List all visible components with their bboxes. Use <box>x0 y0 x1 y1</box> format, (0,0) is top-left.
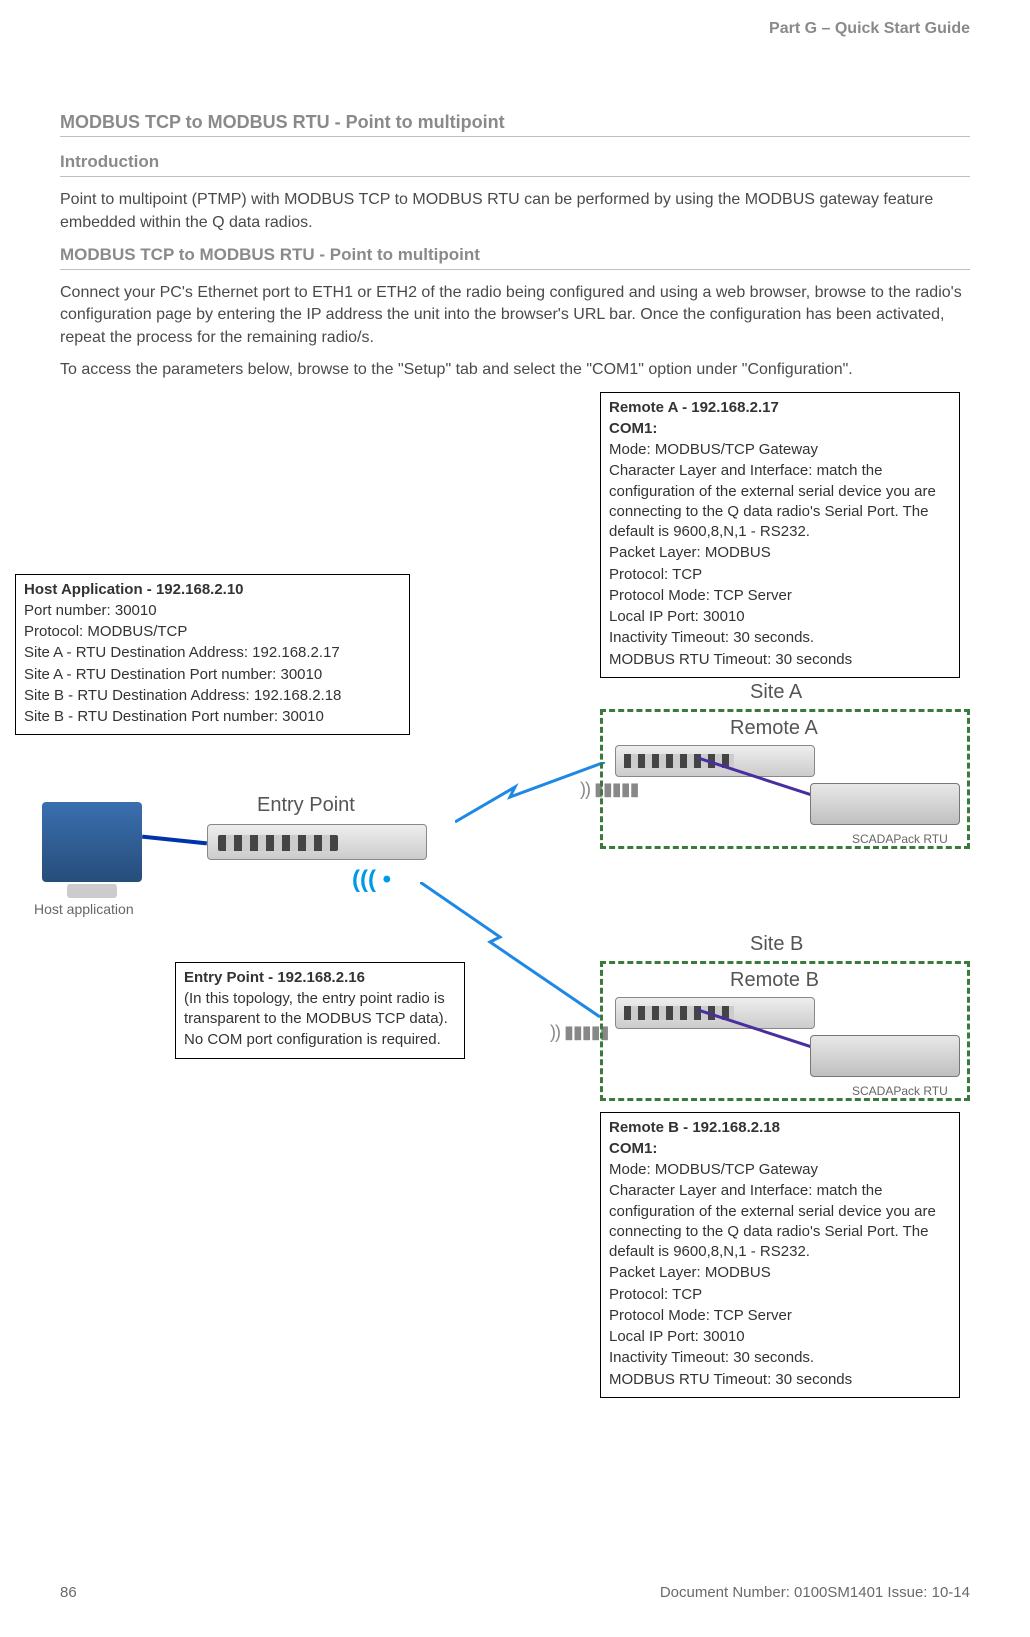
remote-a-title: Remote A - 192.168.2.17 <box>609 398 951 418</box>
wireless-icon: ((( • <box>352 864 391 896</box>
remote-b-line: MODBUS RTU Timeout: 30 seconds <box>609 1370 951 1390</box>
remote-b-line: Protocol Mode: TCP Server <box>609 1306 951 1326</box>
remote-a-line: MODBUS RTU Timeout: 30 seconds <box>609 650 951 670</box>
rtu-b-label: SCADAPack RTU <box>852 1083 948 1099</box>
remote-a-line: Character Layer and Interface: match the… <box>609 461 951 542</box>
entry-line: (In this topology, the entry point radio… <box>184 989 456 1030</box>
remote-b-com: COM1: <box>609 1139 951 1159</box>
topology-diagram: Remote A - 192.168.2.17 COM1: Mode: MODB… <box>60 392 970 1412</box>
page-header-part: Part G – Quick Start Guide <box>769 18 970 40</box>
remote-a-line: Packet Layer: MODBUS <box>609 543 951 563</box>
remote-b-title: Remote B - 192.168.2.18 <box>609 1118 951 1138</box>
remote-b-line: Mode: MODBUS/TCP Gateway <box>609 1160 951 1180</box>
paragraph-intro: Point to multipoint (PTMP) with MODBUS T… <box>60 189 970 234</box>
host-app-label: Host application <box>34 900 134 919</box>
paragraph-access: To access the parameters below, browse t… <box>60 359 970 381</box>
host-title: Host Application - 192.168.2.10 <box>24 580 401 600</box>
remote-a-radio-icon <box>615 745 815 777</box>
rtu-b-icon <box>810 1035 960 1077</box>
site-a-title: Site A <box>750 679 802 706</box>
paragraph-connect: Connect your PC's Ethernet port to ETH1 … <box>60 282 970 349</box>
config-box-entry: Entry Point - 192.168.2.16 (In this topo… <box>175 962 465 1059</box>
remote-a-line: Local IP Port: 30010 <box>609 607 951 627</box>
host-line: Site B - RTU Destination Port number: 30… <box>24 707 401 727</box>
remote-a-com: COM1: <box>609 419 951 439</box>
entry-title: Entry Point - 192.168.2.16 <box>184 968 456 988</box>
remote-b-radio-icon <box>615 997 815 1029</box>
site-b-graphic: Site B Remote B SCADAPack RTU <box>600 937 970 1102</box>
document-number: Document Number: 0100SM1401 Issue: 10-14 <box>660 1583 970 1603</box>
remote-b-line: Inactivity Timeout: 30 seconds. <box>609 1348 951 1368</box>
rtu-a-icon <box>810 783 960 825</box>
entry-line: No COM port configuration is required. <box>184 1030 456 1050</box>
site-b-title: Site B <box>750 931 803 958</box>
remote-b-line: Local IP Port: 30010 <box>609 1327 951 1347</box>
host-line: Site B - RTU Destination Address: 192.16… <box>24 686 401 706</box>
config-box-remote-a: Remote A - 192.168.2.17 COM1: Mode: MODB… <box>600 392 960 678</box>
remote-b-line: Protocol: TCP <box>609 1285 951 1305</box>
entry-point-radio-icon <box>207 824 427 860</box>
heading-repeat: MODBUS TCP to MODBUS RTU - Point to mult… <box>60 244 970 270</box>
host-line: Protocol: MODBUS/TCP <box>24 622 401 642</box>
host-line: Port number: 30010 <box>24 601 401 621</box>
config-box-remote-b: Remote B - 192.168.2.18 COM1: Mode: MODB… <box>600 1112 960 1398</box>
remote-b-line: Packet Layer: MODBUS <box>609 1263 951 1283</box>
remote-a-line: Protocol Mode: TCP Server <box>609 586 951 606</box>
page-number: 86 <box>60 1583 77 1603</box>
host-pc-icon <box>42 802 142 882</box>
remote-a-label: Remote A <box>730 715 818 742</box>
host-entry-graphic: Host application Entry Point ((( • <box>42 782 472 922</box>
remote-b-label: Remote B <box>730 967 819 994</box>
heading-main: MODBUS TCP to MODBUS RTU - Point to mult… <box>60 110 970 137</box>
host-line: Site A - RTU Destination Port number: 30… <box>24 665 401 685</box>
remote-a-line: Protocol: TCP <box>609 565 951 585</box>
host-line: Site A - RTU Destination Address: 192.16… <box>24 643 401 663</box>
site-a-graphic: Site A Remote A SCADAPack RTU <box>600 685 970 850</box>
remote-a-line: Mode: MODBUS/TCP Gateway <box>609 440 951 460</box>
ethernet-cable-icon <box>142 834 207 845</box>
remote-a-line: Inactivity Timeout: 30 seconds. <box>609 628 951 648</box>
entry-point-label: Entry Point <box>257 792 355 819</box>
heading-intro: Introduction <box>60 151 970 177</box>
rtu-a-label: SCADAPack RTU <box>852 831 948 847</box>
config-box-host: Host Application - 192.168.2.10 Port num… <box>15 574 410 736</box>
remote-b-line: Character Layer and Interface: match the… <box>609 1181 951 1262</box>
page-footer: 86 Document Number: 0100SM1401 Issue: 10… <box>60 1583 970 1603</box>
